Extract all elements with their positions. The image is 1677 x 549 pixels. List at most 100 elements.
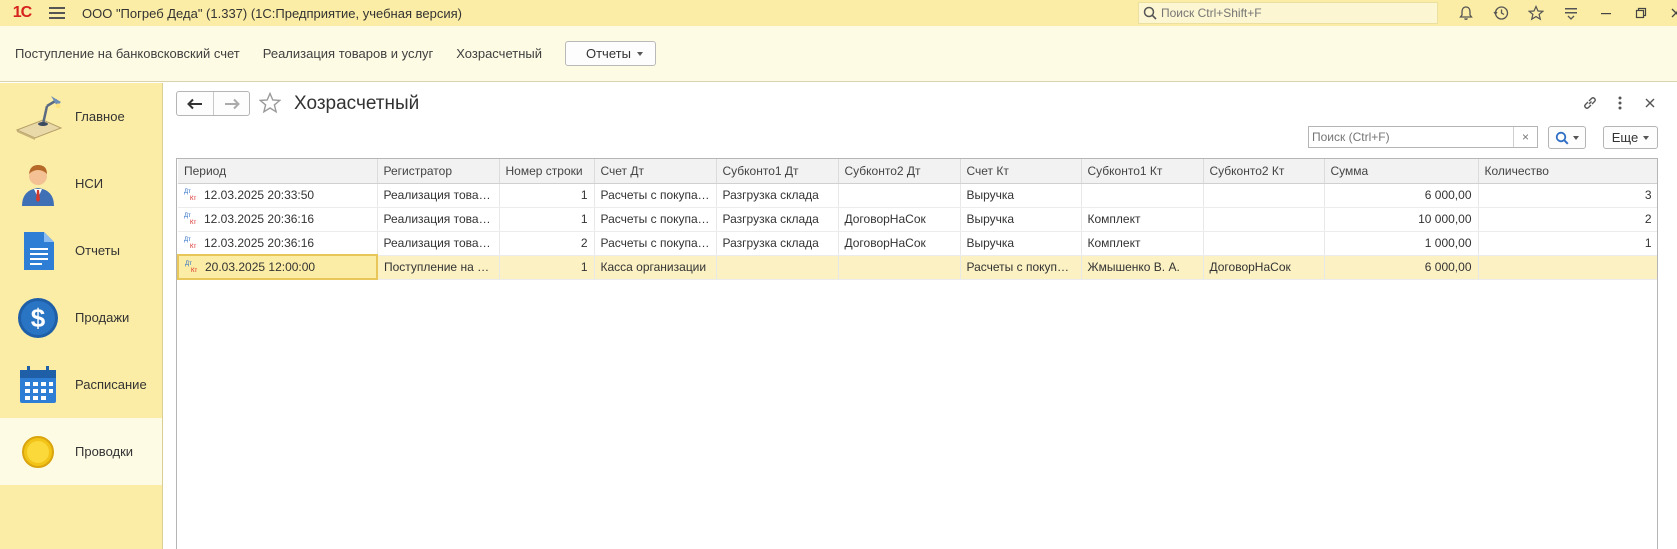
- star-icon[interactable]: [258, 91, 282, 115]
- table-cell[interactable]: ДоговорНаСок: [838, 207, 961, 232]
- table-cell[interactable]: Жмышенко В. А.: [1081, 255, 1204, 280]
- more-actions-icon[interactable]: [1608, 92, 1632, 114]
- sidebar-item-nsi[interactable]: НСИ: [0, 150, 162, 217]
- column-header[interactable]: Номер строки: [499, 159, 595, 184]
- sidebar-item-schedule[interactable]: Расписание: [0, 351, 162, 418]
- svg-text:Кт: Кт: [190, 244, 196, 249]
- column-header[interactable]: Счет Кт: [960, 159, 1082, 184]
- table-cell[interactable]: Расчеты с покупателями: [594, 183, 717, 208]
- chevron-down-icon: [1573, 135, 1579, 140]
- back-button[interactable]: [177, 92, 213, 115]
- svg-text:Кт: Кт: [191, 268, 197, 273]
- table-cell[interactable]: 3: [1478, 183, 1657, 208]
- table-cell[interactable]: Поступление на банковский счет: [377, 255, 500, 280]
- column-header[interactable]: Счет Дт: [594, 159, 717, 184]
- favorites-icon[interactable]: [1518, 0, 1553, 26]
- sidebar-item-sales[interactable]: $ Продажи: [0, 284, 162, 351]
- table-cell[interactable]: [1203, 231, 1325, 256]
- table-cell[interactable]: Разгрузка склада: [716, 183, 839, 208]
- table-cell[interactable]: Расчеты с покупателями: [594, 207, 717, 232]
- svg-text:Дт: Дт: [184, 237, 191, 243]
- reports-dropdown-button[interactable]: Отчеты: [564, 41, 656, 66]
- table-cell[interactable]: Расчеты с покупателями: [594, 231, 717, 256]
- history-icon[interactable]: [1483, 0, 1518, 26]
- more-button[interactable]: Еще: [1603, 126, 1658, 149]
- table-cell[interactable]: Расчеты с покупателями: [960, 255, 1082, 280]
- table-cell[interactable]: 2: [499, 231, 595, 256]
- column-header[interactable]: Период: [178, 159, 378, 184]
- period-cell[interactable]: Дт Кт 12.03.2025 20:33:50: [178, 183, 378, 208]
- table-cell[interactable]: [1203, 183, 1325, 208]
- table-cell[interactable]: 1: [1478, 231, 1657, 256]
- column-header[interactable]: Субконто1 Дт: [716, 159, 839, 184]
- table-cell[interactable]: Комплект: [1081, 207, 1204, 232]
- global-search-input[interactable]: [1161, 6, 1431, 20]
- table-cell[interactable]: [838, 183, 961, 208]
- records-table[interactable]: Период Регистратор Номер строки Счет Дт …: [176, 158, 1658, 549]
- table-cell[interactable]: [838, 255, 961, 280]
- table-cell[interactable]: [1081, 183, 1204, 208]
- table-cell[interactable]: [716, 255, 839, 280]
- sidebar-item-main[interactable]: Главное: [0, 83, 162, 150]
- desk-lamp-icon: [0, 83, 75, 150]
- close-window-icon[interactable]: [1658, 0, 1677, 26]
- restore-icon[interactable]: [1623, 0, 1658, 26]
- table-cell[interactable]: ДоговорНаСок: [1203, 255, 1325, 280]
- table-cell[interactable]: ДоговорНаСок: [838, 231, 961, 256]
- menu-icon[interactable]: [44, 0, 70, 26]
- functions-menu-icon[interactable]: [1553, 0, 1588, 26]
- table-row-selected[interactable]: Дт Кт 20.03.2025 12:00:00 Поступление на б…: [177, 254, 1657, 280]
- table-cell[interactable]: 1: [499, 183, 595, 208]
- svg-text:$: $: [30, 303, 45, 333]
- search-icon: [1139, 3, 1161, 23]
- table-cell[interactable]: 1: [499, 255, 595, 280]
- table-row[interactable]: Дт Кт 12.03.2025 20:36:16 Реализация товар…: [178, 231, 1657, 256]
- table-cell[interactable]: [1478, 255, 1657, 280]
- table-cell[interactable]: Выручка: [960, 183, 1082, 208]
- global-search[interactable]: [1138, 2, 1438, 24]
- period-value: 12.03.2025 20:36:16: [204, 212, 315, 226]
- table-cell[interactable]: Выручка: [960, 207, 1082, 232]
- sidebar-item-postings[interactable]: Проводки: [0, 418, 162, 485]
- table-cell[interactable]: 6 000,00: [1324, 183, 1479, 208]
- minimize-icon[interactable]: [1588, 0, 1623, 26]
- forward-button[interactable]: [213, 92, 249, 115]
- section-link-accounting-register[interactable]: Хозрасчетный: [456, 46, 542, 61]
- app-logo[interactable]: 1С: [0, 0, 44, 26]
- section-link-sales[interactable]: Реализация товаров и услуг: [263, 46, 434, 61]
- column-header[interactable]: Субконто2 Кт: [1203, 159, 1325, 184]
- search-input[interactable]: [1309, 127, 1513, 147]
- table-cell[interactable]: Разгрузка склада: [716, 207, 839, 232]
- table-cell[interactable]: Касса организации: [594, 255, 717, 280]
- dollar-icon: $: [0, 284, 75, 351]
- table-cell[interactable]: 2: [1478, 207, 1657, 232]
- table-cell[interactable]: Комплект: [1081, 231, 1204, 256]
- bell-icon[interactable]: [1448, 0, 1483, 26]
- column-header[interactable]: Субконто2 Дт: [838, 159, 961, 184]
- table-row[interactable]: Дт Кт 12.03.2025 20:36:16 Реализация товар…: [178, 207, 1657, 232]
- table-cell[interactable]: [1203, 207, 1325, 232]
- period-cell[interactable]: Дт Кт 12.03.2025 20:36:16: [178, 207, 378, 232]
- table-cell[interactable]: 1: [499, 207, 595, 232]
- table-row[interactable]: Дт Кт 12.03.2025 20:33:50 Реализация товар…: [178, 183, 1657, 208]
- table-cell[interactable]: 1 000,00: [1324, 231, 1479, 256]
- section-link-bank-receipt[interactable]: Поступление на банковсковский счет: [15, 46, 240, 61]
- table-cell[interactable]: 10 000,00: [1324, 207, 1479, 232]
- close-icon[interactable]: [1638, 92, 1662, 114]
- table-cell[interactable]: Реализация товаров: [377, 231, 500, 256]
- column-header[interactable]: Субконто1 Кт: [1081, 159, 1204, 184]
- table-cell[interactable]: Выручка: [960, 231, 1082, 256]
- sidebar-item-reports[interactable]: Отчеты: [0, 217, 162, 284]
- table-cell[interactable]: Разгрузка склада: [716, 231, 839, 256]
- table-cell[interactable]: Реализация товаров: [377, 183, 500, 208]
- search-button[interactable]: [1548, 126, 1586, 149]
- column-header[interactable]: Количество: [1478, 159, 1657, 184]
- table-cell[interactable]: Реализация товаров: [377, 207, 500, 232]
- link-icon[interactable]: [1578, 92, 1602, 114]
- table-cell[interactable]: 6 000,00: [1324, 255, 1479, 280]
- column-header[interactable]: Регистратор: [377, 159, 500, 184]
- period-cell[interactable]: Дт Кт 20.03.2025 12:00:00: [177, 254, 378, 280]
- column-header[interactable]: Сумма: [1324, 159, 1479, 184]
- period-cell[interactable]: Дт Кт 12.03.2025 20:36:16: [178, 231, 378, 256]
- clear-search-button[interactable]: ×: [1513, 127, 1537, 147]
